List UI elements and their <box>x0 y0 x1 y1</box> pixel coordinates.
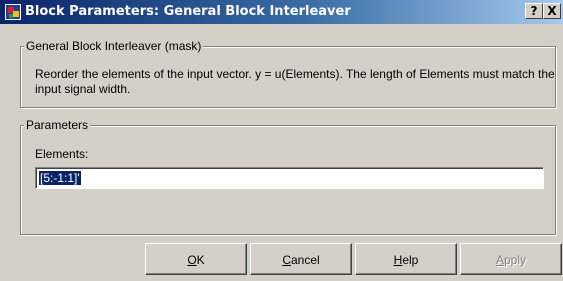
elements-field[interactable]: [5:-1:1]' <box>35 167 544 189</box>
cancel-button[interactable]: Cancel <box>250 243 352 275</box>
parameters-group-legend: Parameters <box>24 118 91 132</box>
help-button[interactable]: Help <box>355 243 457 275</box>
ok-button-mnemonic: O <box>187 253 197 267</box>
mask-description-text: Reorder the elements of the input vector… <box>35 67 555 96</box>
simulink-block-icon <box>5 4 21 20</box>
ok-button-label: K <box>196 253 205 267</box>
apply-button-label: pply <box>504 253 527 267</box>
window-title: Block Parameters: General Block Interlea… <box>25 4 351 19</box>
help-button-label: elp <box>402 253 419 267</box>
block-parameters-dialog: Block Parameters: General Block Interlea… <box>0 0 563 281</box>
cancel-button-label: ancel <box>290 253 320 267</box>
elements-label: Elements: <box>35 147 89 161</box>
ok-button[interactable]: OK <box>145 243 247 275</box>
title-bar[interactable]: Block Parameters: General Block Interlea… <box>0 0 563 24</box>
elements-field-value: [5:-1:1]' <box>39 171 81 185</box>
apply-button-mnemonic: A <box>495 253 504 267</box>
apply-button[interactable]: Apply <box>460 243 562 275</box>
help-icon[interactable]: ? <box>525 3 543 19</box>
cancel-button-mnemonic: C <box>282 253 291 267</box>
close-icon[interactable]: X <box>543 3 561 19</box>
mask-group-legend: General Block Interleaver (mask) <box>24 39 204 53</box>
